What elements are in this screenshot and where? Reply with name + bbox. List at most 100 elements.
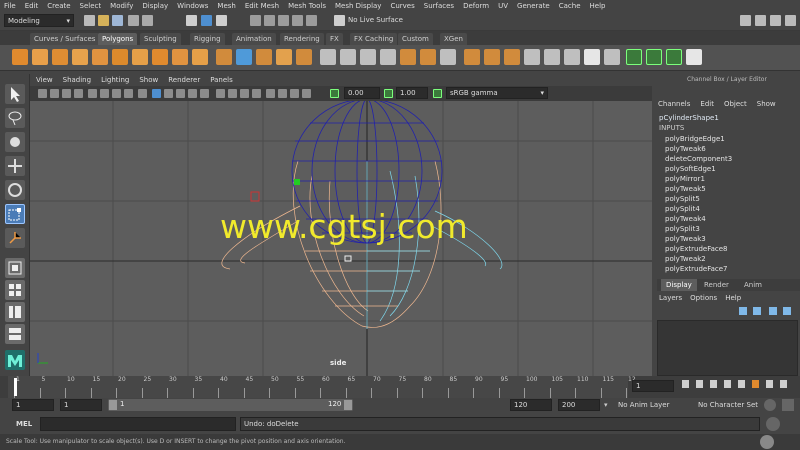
menu-mesh[interactable]: Mesh: [217, 2, 235, 10]
menu-help[interactable]: Help: [590, 2, 606, 10]
playback-start-field[interactable]: 1: [60, 399, 102, 411]
poly-helix-icon[interactable]: [192, 49, 208, 65]
flip-uv-icon[interactable]: [604, 49, 620, 65]
input-node-item[interactable]: polyTweak2: [665, 254, 732, 264]
menu-modify[interactable]: Modify: [110, 2, 133, 10]
time-ruler[interactable]: 1 5 10 15 20 25 30 35 40 45 50 55 60 65 70 75 80 85 90 95 10…: [8, 376, 636, 398]
xray-joints-icon[interactable]: [290, 89, 299, 98]
playback-end-field[interactable]: 120: [510, 399, 552, 411]
snap-view-icon[interactable]: [292, 15, 303, 26]
step-forward-frame-icon[interactable]: [752, 380, 759, 388]
camera-attributes-icon[interactable]: [50, 89, 59, 98]
target-weld-icon[interactable]: [440, 49, 456, 65]
side-viewport[interactable]: www.cgtsj.com side: [30, 101, 652, 376]
shelf-tab-curves-surfaces[interactable]: Curves / Surfaces: [30, 33, 100, 45]
live-surface-icon[interactable]: [334, 15, 345, 26]
panel-menu-lighting[interactable]: Lighting: [101, 76, 129, 84]
render-frame-icon[interactable]: [755, 15, 766, 26]
camera-select-icon[interactable]: [38, 89, 47, 98]
shelf-tab-fx[interactable]: FX: [326, 33, 343, 45]
mirror-icon[interactable]: [296, 49, 312, 65]
menu-uv[interactable]: UV: [498, 2, 508, 10]
input-node-item[interactable]: polyExtrudeFace8: [665, 244, 732, 254]
uv-editor-icon[interactable]: [464, 49, 480, 65]
panel-menu-show[interactable]: Show: [139, 76, 158, 84]
step-back-key-icon[interactable]: [696, 380, 703, 388]
input-node-item[interactable]: polySplit4: [665, 204, 732, 214]
anim-layer-label[interactable]: No Anim Layer: [618, 401, 669, 409]
separate-icon[interactable]: [236, 49, 252, 65]
ambient-occlusion-icon[interactable]: [228, 89, 237, 98]
shelf-tab-sculpting[interactable]: Sculpting: [140, 33, 181, 45]
current-time-marker[interactable]: [14, 378, 17, 396]
poly-cube-icon[interactable]: [32, 49, 48, 65]
scale-tool-icon[interactable]: [5, 204, 25, 224]
new-layer-selected-icon[interactable]: [753, 307, 761, 315]
grid-toggle-icon[interactable]: [88, 89, 97, 98]
panel-menu-panels[interactable]: Panels: [210, 76, 233, 84]
sculpt-tool-icon[interactable]: [666, 49, 682, 65]
save-scene-icon[interactable]: [112, 15, 123, 26]
snap-point-icon[interactable]: [278, 15, 289, 26]
bevel-icon[interactable]: [320, 49, 336, 65]
input-node-item[interactable]: polyTweak5: [665, 184, 732, 194]
four-view-layout-icon[interactable]: [5, 280, 25, 300]
script-editor-icon[interactable]: [766, 417, 780, 431]
soft-select-icon[interactable]: [626, 49, 642, 65]
shelf-tab-polygons[interactable]: Polygons: [98, 33, 138, 45]
command-input[interactable]: [40, 417, 236, 431]
render-view-icon[interactable]: [740, 15, 751, 26]
animation-preferences-icon[interactable]: [782, 399, 794, 411]
poly-cone-icon[interactable]: [72, 49, 88, 65]
smooth-shade-icon[interactable]: [164, 89, 173, 98]
layer-menu-options[interactable]: Options: [690, 294, 717, 302]
shelf-tab-rigging[interactable]: Rigging: [190, 33, 225, 45]
menu-mesh-tools[interactable]: Mesh Tools: [288, 2, 326, 10]
script-language-label[interactable]: MEL: [16, 420, 32, 428]
backface-icon[interactable]: [302, 89, 311, 98]
rotate-tool-icon[interactable]: [5, 180, 25, 200]
field-chart-icon[interactable]: [138, 89, 147, 98]
select-tool-icon[interactable]: [5, 84, 25, 104]
range-slider[interactable]: 1 120: [108, 399, 353, 411]
checker-icon[interactable]: [584, 49, 600, 65]
layer-tab-render[interactable]: Render: [699, 279, 734, 291]
quad-draw-icon[interactable]: [686, 49, 702, 65]
menu-file[interactable]: File: [4, 2, 16, 10]
single-perspective-layout-icon[interactable]: [5, 258, 25, 278]
move-tool-icon[interactable]: [5, 156, 25, 176]
anti-aliasing-icon[interactable]: [252, 89, 261, 98]
range-start-handle[interactable]: [109, 400, 117, 410]
multi-cut-icon[interactable]: [420, 49, 436, 65]
poly-prism-icon[interactable]: [132, 49, 148, 65]
wireframe-icon[interactable]: [152, 89, 161, 98]
new-layer-icon[interactable]: [739, 307, 747, 315]
menu-curves[interactable]: Curves: [390, 2, 414, 10]
pivot-marker[interactable]: [250, 191, 260, 202]
input-node-item[interactable]: polyMirror1: [665, 174, 732, 184]
menu-cache[interactable]: Cache: [559, 2, 581, 10]
layer-tab-display[interactable]: Display: [661, 279, 697, 291]
go-to-end-icon[interactable]: [780, 380, 787, 388]
combine-icon[interactable]: [216, 49, 232, 65]
select-hierarchy-icon[interactable]: [186, 15, 197, 26]
open-scene-icon[interactable]: [98, 15, 109, 26]
end-time-field[interactable]: 200: [558, 399, 600, 411]
selected-vertex[interactable]: [294, 179, 300, 185]
select-object-icon[interactable]: [201, 15, 212, 26]
channel-menu-show[interactable]: Show: [757, 100, 776, 108]
menu-mesh-display[interactable]: Mesh Display: [335, 2, 381, 10]
auto-key-icon[interactable]: [764, 399, 776, 411]
bookmark-icon[interactable]: [62, 89, 71, 98]
ipr-render-icon[interactable]: [770, 15, 781, 26]
input-node-item[interactable]: polyTweak6: [665, 144, 732, 154]
start-time-field[interactable]: 1: [12, 399, 54, 411]
graph-layout-icon[interactable]: [5, 324, 25, 344]
scale-manipulator[interactable]: [344, 255, 352, 262]
textured-icon[interactable]: [188, 89, 197, 98]
gate-mask-icon[interactable]: [124, 89, 133, 98]
play-backward-icon[interactable]: [724, 380, 731, 388]
menu-surfaces[interactable]: Surfaces: [424, 2, 454, 10]
poly-pyramid-icon[interactable]: [152, 49, 168, 65]
gamma-icon[interactable]: [384, 89, 393, 98]
